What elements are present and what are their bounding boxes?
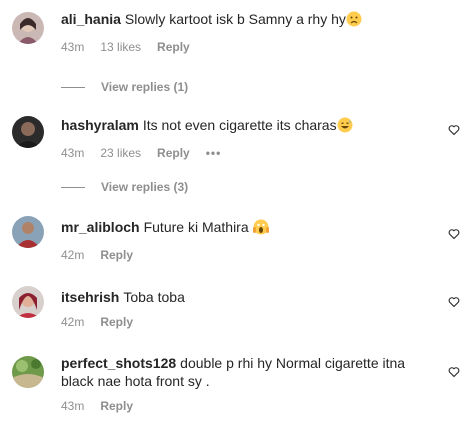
view-replies-label: View replies (3)	[101, 180, 189, 194]
sad-face-icon	[346, 11, 362, 31]
reply-button[interactable]: Reply	[100, 399, 133, 413]
comment-body: Future ki Mathira	[143, 219, 249, 235]
comment-username[interactable]: ali_hania	[61, 11, 121, 27]
comment-meta: 42m Reply	[61, 247, 438, 263]
comment-text: itsehrish Toba toba	[61, 288, 438, 306]
comment-body: Its not even cigarette its charas	[142, 117, 337, 133]
comment-username[interactable]: mr_alibloch	[61, 219, 140, 235]
divider	[61, 86, 85, 88]
comment-time: 43m	[61, 146, 85, 160]
reply-button[interactable]: Reply	[157, 146, 190, 160]
heart-outline-icon[interactable]	[448, 366, 460, 378]
comment-text: perfect_shots128 double p rhi hy Normal c…	[61, 354, 438, 390]
comment-meta: 43m Reply	[61, 398, 438, 414]
heart-outline-icon[interactable]	[448, 228, 460, 240]
more-options-icon[interactable]: •••	[206, 146, 222, 160]
view-replies-label: View replies (1)	[101, 80, 189, 94]
comment-body: Toba toba	[123, 289, 185, 305]
reply-button[interactable]: Reply	[157, 40, 190, 54]
avatar[interactable]	[12, 216, 44, 248]
avatar[interactable]	[12, 286, 44, 318]
comment-likes[interactable]: 13 likes	[100, 40, 141, 54]
screaming-face-icon	[252, 219, 269, 239]
comment-time: 43m	[61, 40, 85, 54]
comment-meta: 42m Reply	[61, 314, 438, 330]
comment-text: ali_hania Slowly kartoot isk b Samny a rh…	[61, 10, 438, 31]
view-replies-button[interactable]: View replies (1)	[61, 80, 188, 94]
comment-time: 42m	[61, 315, 85, 329]
comment-meta: 43m 13 likes Reply	[61, 39, 438, 55]
heart-outline-icon[interactable]	[448, 296, 460, 308]
avatar[interactable]	[12, 356, 44, 388]
comment-username[interactable]: perfect_shots128	[61, 355, 176, 371]
avatar[interactable]	[12, 12, 44, 44]
comment-username[interactable]: itsehrish	[61, 289, 119, 305]
view-replies-button[interactable]: View replies (3)	[61, 180, 188, 194]
comment-time: 42m	[61, 248, 85, 262]
avatar[interactable]	[12, 116, 44, 148]
divider	[61, 186, 85, 188]
comment-text: mr_alibloch Future ki Mathira	[61, 218, 438, 239]
comment-text: hashyralam Its not even cigarette its cha…	[61, 116, 438, 137]
comment-username[interactable]: hashyralam	[61, 117, 139, 133]
reply-button[interactable]: Reply	[100, 315, 133, 329]
reply-button[interactable]: Reply	[100, 248, 133, 262]
comment-body: Slowly kartoot isk b Samny a rhy hy	[124, 11, 346, 27]
heart-outline-icon[interactable]	[448, 124, 460, 136]
grinning-sweat-face-icon	[337, 117, 353, 137]
comment-time: 43m	[61, 399, 85, 413]
comment-meta: 43m 23 likes Reply •••	[61, 145, 438, 161]
comment-likes[interactable]: 23 likes	[100, 146, 141, 160]
